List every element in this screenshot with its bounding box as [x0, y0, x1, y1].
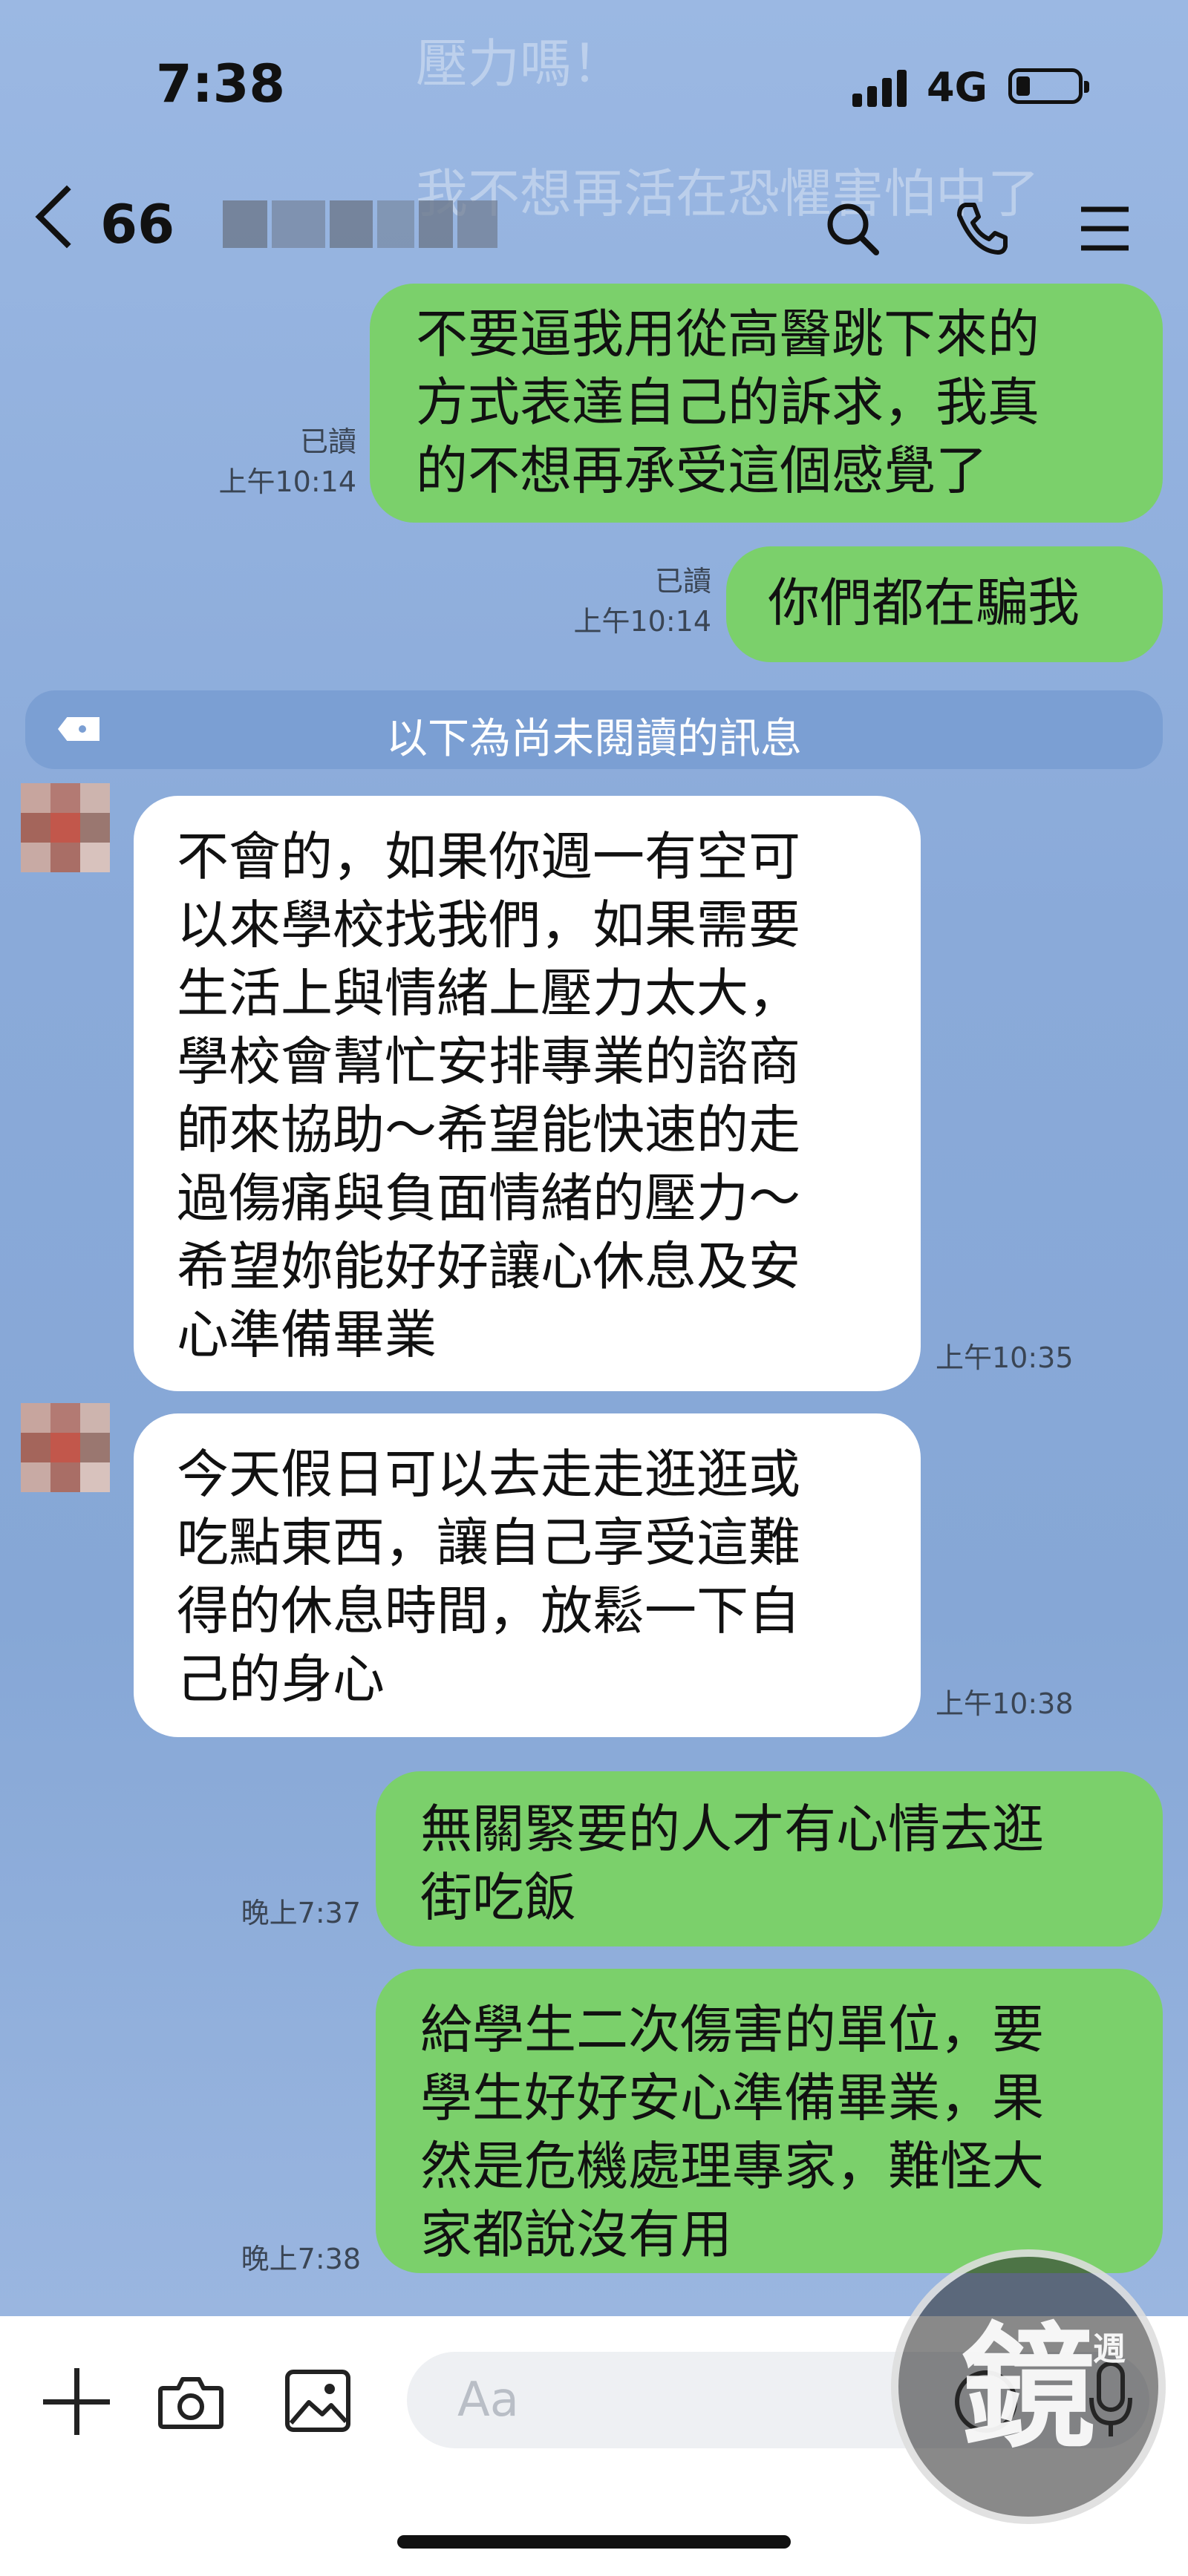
read-receipt: 已讀 [654, 565, 711, 598]
avatar[interactable] [21, 783, 110, 872]
message-time: 晚上7:37 [241, 1897, 361, 1929]
plus-icon-vertical[interactable] [74, 2368, 79, 2435]
image-icon[interactable] [284, 2368, 352, 2433]
network-type: 4G [927, 64, 988, 111]
message-meta: 已讀 上午10:14 [520, 561, 711, 641]
read-receipt: 已讀 [299, 425, 356, 458]
message-time: 上午10:14 [218, 465, 356, 498]
message-bubble-outgoing[interactable]: 給學生二次傷害的單位，要 學生好好安心準備畢業，果 然是危機處理專家，難怪大 家… [376, 1969, 1163, 2273]
message-time: 上午10:35 [936, 1341, 1074, 1374]
message-bubble-outgoing[interactable]: 不要逼我用從高醫跳下來的 方式表達自己的訴求，我真 的不想再承受這個感覺了 [370, 284, 1163, 523]
battery-icon [1008, 68, 1089, 104]
unread-divider: 以下為尚未閱讀的訊息 [25, 690, 1163, 769]
message-time: 上午10:14 [573, 605, 711, 638]
phone-icon[interactable] [952, 199, 1011, 258]
ghost-line: 壓力嗎！ [416, 33, 624, 94]
watermark-logo: 鏡 週 [891, 2249, 1166, 2524]
message-meta: 已讀 上午10:14 [163, 422, 356, 502]
menu-icon[interactable] [1075, 199, 1135, 258]
avatar[interactable] [21, 1403, 110, 1492]
message-bubble-outgoing[interactable]: 你們都在騙我 [726, 546, 1163, 662]
home-indicator [397, 2535, 791, 2549]
camera-icon[interactable] [157, 2372, 224, 2431]
unread-divider-label: 以下為尚未閱讀的訊息 [386, 715, 802, 763]
message-bubble-incoming[interactable]: 今天假日可以去走走逛逛或 吃點東西，讓自己享受這難 得的休息時間，放鬆一下自 己… [134, 1413, 921, 1737]
status-time: 7:38 [156, 53, 286, 114]
ghost-line: 我不想再活在恐懼害怕中了 [416, 163, 1040, 224]
message-time: 上午10:38 [936, 1687, 1074, 1720]
search-icon[interactable] [823, 199, 882, 258]
watermark-sub: 週 [1093, 2330, 1126, 2368]
contact-name[interactable]: 66 [100, 193, 174, 255]
message-bubble-incoming[interactable]: 不會的，如果你週一有空可 以來學校找我們，如果需要 生活上與情緒上壓力太大， 學… [134, 796, 921, 1391]
signal-icon [852, 68, 912, 107]
message-bubble-outgoing[interactable]: 無關緊要的人才有心情去逛 街吃飯 [376, 1771, 1163, 1946]
message-time: 晚上7:38 [241, 2243, 361, 2275]
blurred-name [223, 200, 497, 248]
